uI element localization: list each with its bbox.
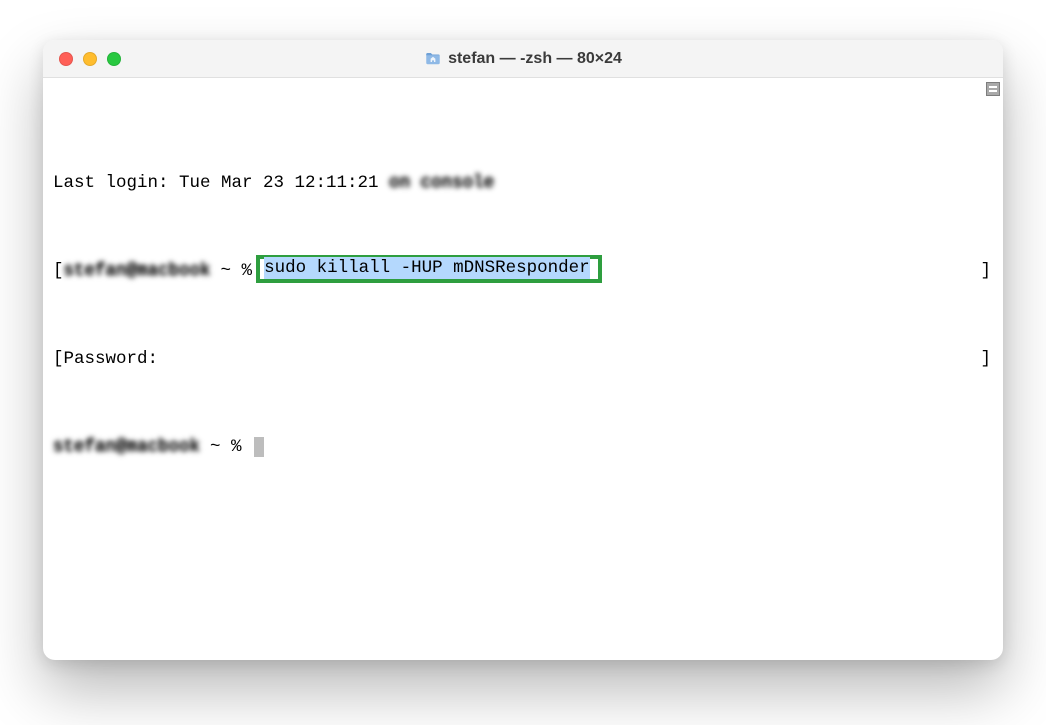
window-title: stefan — -zsh — 80×24 — [43, 50, 1003, 68]
cursor-icon — [254, 437, 264, 457]
last-login-tail: on console — [389, 172, 494, 194]
close-bracket: ] — [980, 348, 993, 370]
prompt-symbol: ~ % — [221, 260, 253, 282]
minimize-icon[interactable] — [83, 52, 97, 66]
home-folder-icon — [424, 50, 442, 68]
terminal-body[interactable]: Last login: Tue Mar 23 12:11:21 on conso… — [43, 78, 1003, 660]
last-login-text: Last login: Tue Mar 23 12:11:21 — [53, 172, 389, 194]
titlebar: stefan — -zsh — 80×24 — [43, 40, 1003, 78]
command-text: sudo killall -HUP mDNSResponder — [264, 257, 590, 279]
zoom-icon[interactable] — [107, 52, 121, 66]
terminal-window: stefan — -zsh — 80×24 Last login: Tue Ma… — [43, 40, 1003, 660]
hostname-blur: stefan@macbook — [64, 260, 211, 282]
prompt-symbol: ~ % — [210, 436, 242, 458]
password-label: Password: — [64, 348, 159, 370]
close-bracket: ] — [980, 260, 993, 282]
password-line: [Password:] — [53, 348, 993, 370]
window-title-text: stefan — -zsh — 80×24 — [448, 50, 622, 68]
last-login-line: Last login: Tue Mar 23 12:11:21 on conso… — [53, 172, 993, 194]
close-icon[interactable] — [59, 52, 73, 66]
command-highlight: sudo killall -HUP mDNSResponder — [256, 255, 602, 283]
open-bracket: [ — [53, 260, 64, 282]
prompt-line[interactable]: stefan@macbook ~ % — [53, 436, 993, 458]
hostname-blur: stefan@macbook — [53, 436, 200, 458]
traffic-lights — [43, 52, 121, 66]
scroll-position-icon[interactable] — [986, 82, 1000, 96]
open-bracket: [ — [53, 348, 64, 370]
command-line: [stefan@macbook ~ % sudo killall -HUP mDNS… — [53, 260, 993, 282]
